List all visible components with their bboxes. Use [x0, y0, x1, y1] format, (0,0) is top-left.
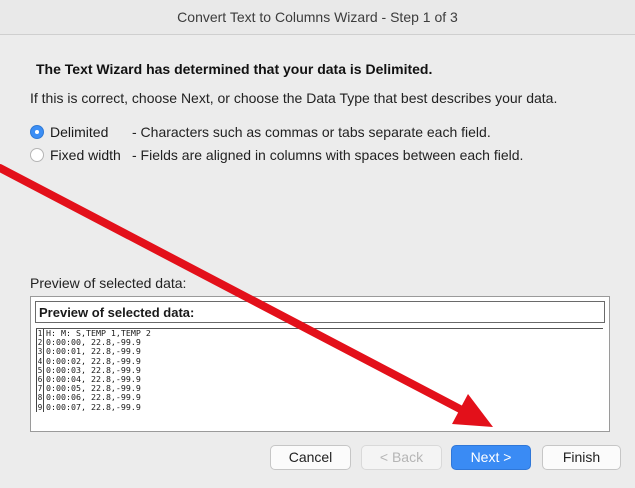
- annotation-arrow-icon: [0, 164, 493, 427]
